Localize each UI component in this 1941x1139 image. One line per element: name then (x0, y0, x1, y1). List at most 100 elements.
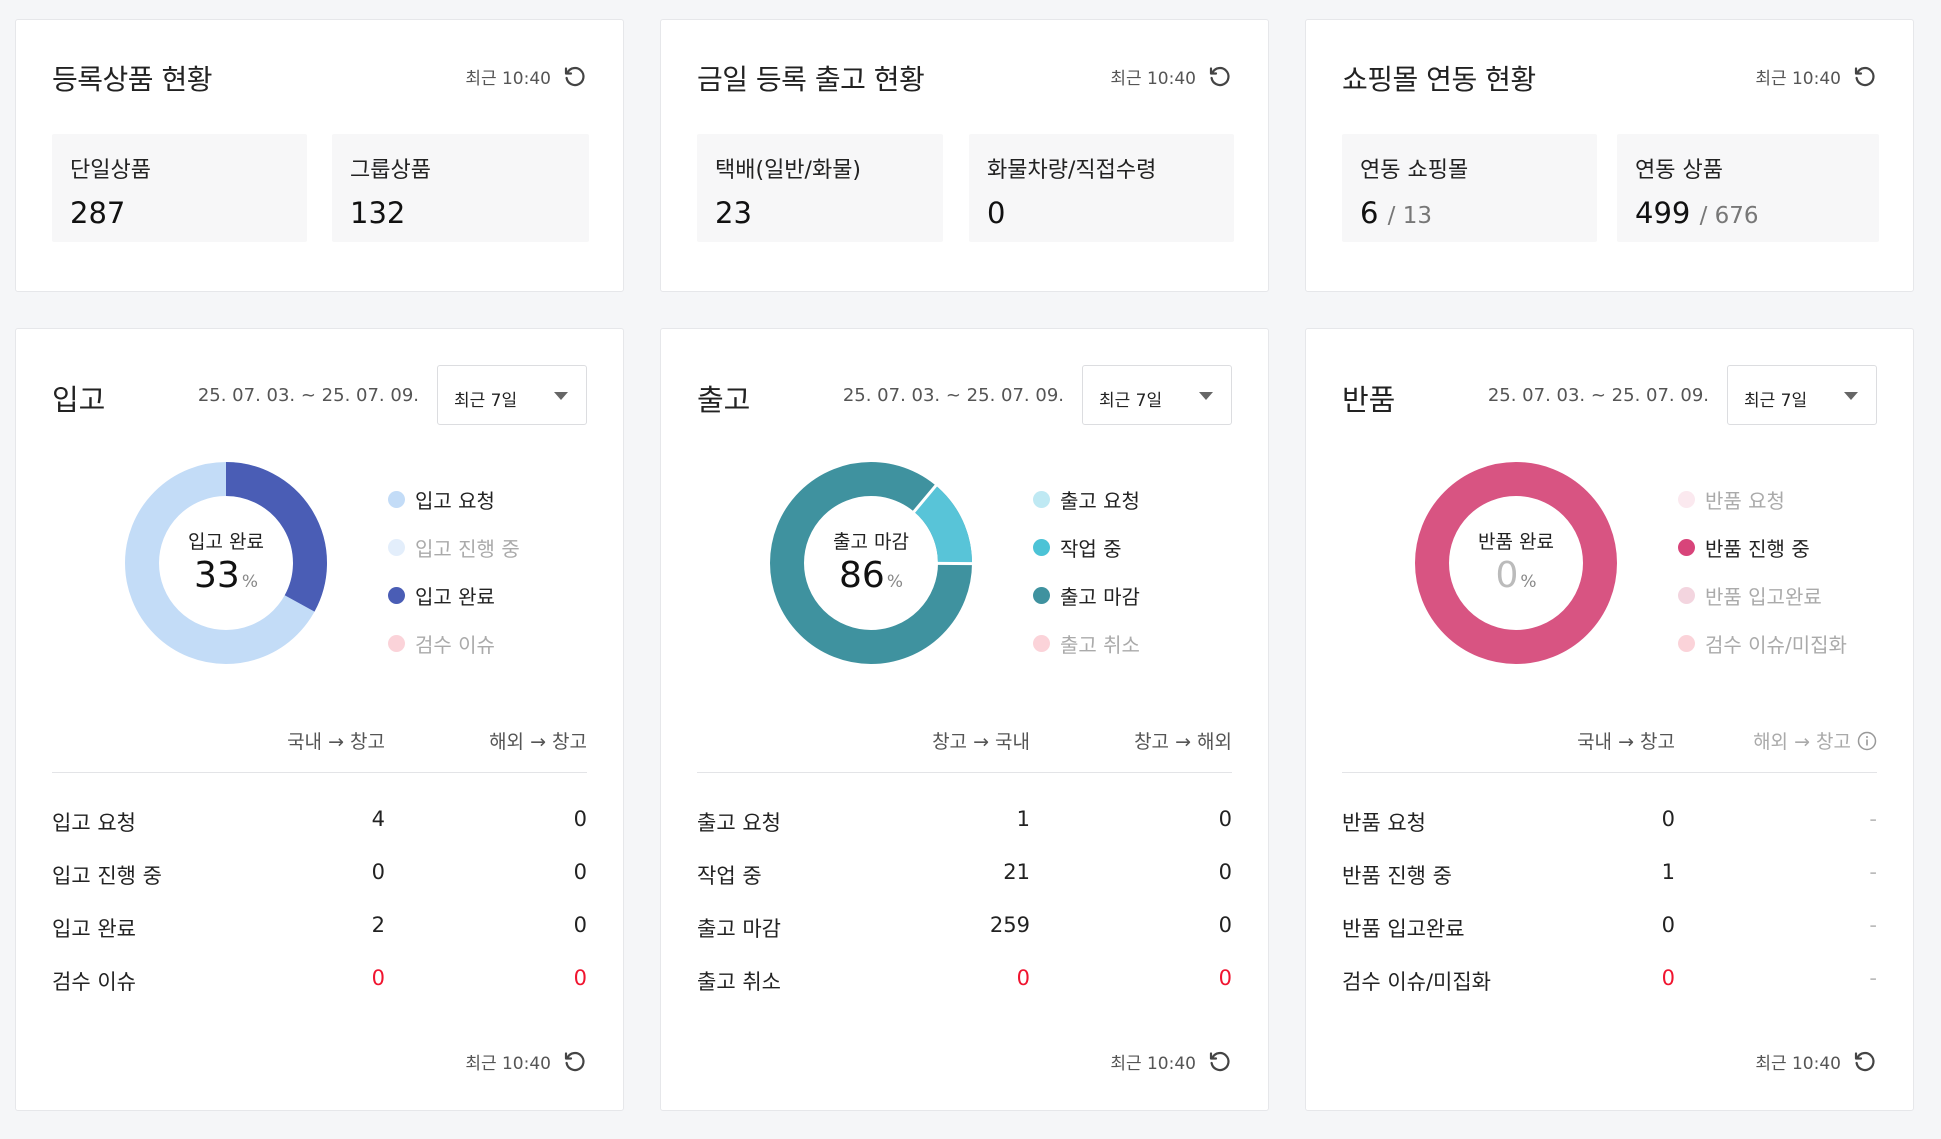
stat-value: 6 / 13 (1360, 196, 1432, 230)
card-title: 쇼핑몰 연동 현황 (1342, 63, 1536, 96)
panel-returns: 반품 25. 07. 03. ~ 25. 07. 09. 최근 7일 반품 완료 0… (1305, 328, 1914, 1111)
legend-label: 반품 요청 (1705, 488, 1785, 513)
legend-dot (1033, 634, 1050, 652)
refresh-control: 최근 10:40 (1110, 64, 1232, 89)
panel-title: 반품 (1342, 383, 1396, 417)
refresh-icon[interactable] (563, 65, 587, 89)
stat-label: 연동 상품 (1635, 158, 1723, 183)
period-select[interactable]: 최근 7일 (1082, 365, 1232, 425)
legend-dot (388, 634, 405, 652)
period-select-value: 최근 7일 (1744, 391, 1808, 411)
column-header-overseas: 해외 → 창고 (489, 731, 587, 753)
legend-label: 입고 진행 중 (415, 536, 520, 561)
row-value-overseas: 0 (1218, 966, 1232, 990)
donut-center: 출고 마감 86% (769, 461, 973, 665)
row-value-domestic: 259 (989, 913, 1030, 937)
row-value-overseas: 0 (1218, 860, 1232, 884)
row-label: 검수 이슈/미집화 (1342, 970, 1491, 994)
legend-label: 반품 입고완료 (1705, 584, 1822, 609)
stat-value: 499 / 676 (1635, 196, 1759, 230)
stat-parcel: 택배(일반/화물) 23 (697, 134, 943, 242)
row-label: 작업 중 (697, 864, 762, 888)
legend-dot (1033, 490, 1050, 508)
column-header-overseas: 해외 → 창고 (1753, 727, 1877, 754)
donut-center: 입고 완료 33% (124, 461, 328, 665)
caret-down-icon (1199, 392, 1213, 400)
row-label: 반품 진행 중 (1342, 864, 1452, 888)
stat-label: 단일상품 (70, 158, 151, 183)
divider (697, 772, 1232, 773)
legend-dot (388, 586, 405, 604)
refresh-icon[interactable] (563, 1050, 587, 1074)
row-label: 입고 완료 (52, 917, 136, 941)
table-row: 검수 이슈 0 0 (52, 952, 587, 1005)
row-label: 반품 입고완료 (1342, 917, 1465, 941)
donut-label: 반품 완료 (1478, 531, 1554, 553)
refresh-icon[interactable] (1208, 1050, 1232, 1074)
legend-dot (1033, 538, 1050, 556)
refresh-control: 최근 10:40 (1755, 1049, 1877, 1074)
legend-item: 반품 요청 (1678, 475, 1847, 523)
period-select[interactable]: 최근 7일 (437, 365, 587, 425)
donut-value: 33% (194, 555, 258, 596)
caret-down-icon (1844, 392, 1858, 400)
legend: 반품 요청반품 진행 중반품 입고완료검수 이슈/미집화 (1678, 475, 1847, 667)
row-value-overseas: - (1869, 966, 1877, 990)
table-row: 반품 입고완료 0 - (1342, 899, 1877, 952)
summary-card-shipments: 금일 등록 출고 현황 최근 10:40 택배(일반/화물) 23 화물차량/직… (660, 19, 1269, 292)
stat-value: 287 (70, 196, 126, 230)
row-label: 출고 취소 (697, 970, 781, 994)
row-value-domestic: 1 (1661, 860, 1675, 884)
info-icon[interactable] (1857, 731, 1877, 751)
table-row: 입고 완료 2 0 (52, 899, 587, 952)
legend-label: 출고 취소 (1060, 632, 1140, 657)
row-label: 검수 이슈 (52, 970, 136, 994)
date-range: 25. 07. 03. ~ 25. 07. 09. (1487, 385, 1709, 406)
refresh-time: 최근 10:40 (1110, 1054, 1196, 1074)
table-row: 반품 진행 중 1 - (1342, 846, 1877, 899)
donut-label: 입고 완료 (188, 531, 264, 553)
table-row: 출고 취소 0 0 (697, 952, 1232, 1005)
period-select[interactable]: 최근 7일 (1727, 365, 1877, 425)
date-range: 25. 07. 03. ~ 25. 07. 09. (197, 385, 419, 406)
caret-down-icon (554, 392, 568, 400)
refresh-icon[interactable] (1853, 1050, 1877, 1074)
legend-label: 검수 이슈/미집화 (1705, 632, 1847, 657)
refresh-control: 최근 10:40 (1110, 1049, 1232, 1074)
legend-item: 입고 요청 (388, 475, 520, 523)
legend-item: 작업 중 (1033, 523, 1140, 571)
refresh-icon[interactable] (1208, 65, 1232, 89)
table-row: 출고 마감 259 0 (697, 899, 1232, 952)
row-label: 출고 마감 (697, 917, 781, 941)
stat-label: 그룹상품 (350, 158, 431, 183)
legend-item: 검수 이슈/미집화 (1678, 619, 1847, 667)
donut-value: 86% (839, 555, 903, 596)
stat-freight: 화물차량/직접수령 0 (969, 134, 1234, 242)
row-value-domestic: 1 (1016, 807, 1030, 831)
stat-group-products: 그룹상품 132 (332, 134, 589, 242)
table-row: 반품 요청 0 - (1342, 793, 1877, 846)
legend-label: 입고 완료 (415, 584, 495, 609)
refresh-time: 최근 10:40 (465, 69, 551, 89)
divider (52, 772, 587, 773)
refresh-icon[interactable] (1853, 65, 1877, 89)
period-select-value: 최근 7일 (454, 391, 518, 411)
stat-linked-malls: 연동 쇼핑몰 6 / 13 (1342, 134, 1597, 242)
legend: 입고 요청 입고 진행 중 입고 완료 검수 이슈 (388, 475, 520, 667)
legend-dot (388, 538, 405, 556)
legend-label: 반품 진행 중 (1705, 536, 1810, 561)
row-value-domestic: 0 (371, 966, 385, 990)
stat-label: 연동 쇼핑몰 (1360, 158, 1469, 183)
refresh-control: 최근 10:40 (465, 64, 587, 89)
stat-value: 0 (987, 196, 1006, 230)
legend-dot (1033, 586, 1050, 604)
legend-item: 출고 마감 (1033, 571, 1140, 619)
row-value-overseas: 0 (1218, 807, 1232, 831)
row-value-overseas: - (1869, 860, 1877, 884)
refresh-time: 최근 10:40 (465, 1054, 551, 1074)
column-header-overseas: 창고 → 해외 (1134, 731, 1232, 753)
row-value-domestic: 0 (1016, 966, 1030, 990)
donut-value: 0% (1495, 555, 1537, 596)
legend-label: 출고 마감 (1060, 584, 1140, 609)
row-label: 출고 요청 (697, 811, 781, 835)
